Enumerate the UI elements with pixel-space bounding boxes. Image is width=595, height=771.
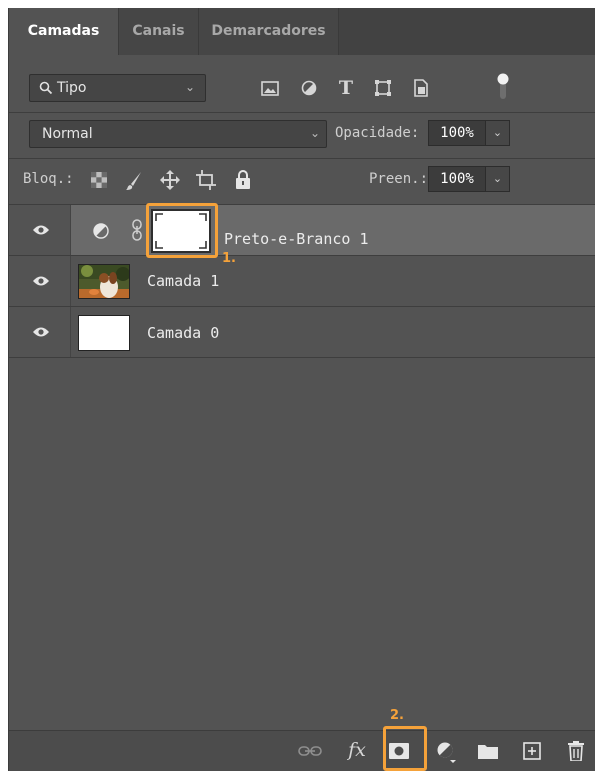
layer-row-camada-1[interactable]: Camada 1: [9, 256, 595, 306]
mask-link-icon[interactable]: [130, 218, 144, 242]
filter-kind-select[interactable]: Tipo ⌄: [29, 74, 206, 102]
new-layer-icon[interactable]: [521, 740, 543, 762]
blend-mode-select[interactable]: Normal ⌄: [29, 120, 327, 148]
adjustment-layer-icon: [92, 222, 110, 240]
adjustment-filter-icon[interactable]: [299, 78, 319, 98]
lock-all-icon[interactable]: [233, 168, 253, 190]
visibility-eye-icon[interactable]: [31, 273, 51, 289]
visibility-eye-icon[interactable]: [31, 222, 51, 238]
new-adjustment-icon[interactable]: [434, 740, 458, 764]
tab-demarcadores[interactable]: Demarcadores: [199, 8, 339, 55]
chevron-down-icon: ⌄: [184, 80, 195, 94]
type-filter-icon[interactable]: T: [335, 77, 357, 99]
callout-box-2: [383, 726, 427, 771]
layer-row-camada-0[interactable]: Camada 0: [9, 307, 595, 357]
new-group-icon[interactable]: [476, 741, 500, 761]
lock-label: Bloq.:: [23, 171, 74, 187]
delete-icon[interactable]: [565, 739, 587, 763]
white-layer-thumbnail[interactable]: [78, 315, 130, 351]
opacity-dropdown-button[interactable]: ⌄: [485, 120, 510, 146]
fx-label: fx: [348, 739, 366, 761]
layer-name[interactable]: Camada 0: [147, 324, 219, 342]
lock-artboard-icon[interactable]: [195, 169, 217, 191]
layer-row-preto-e-branco[interactable]: Preto-e-Branco 1: [9, 205, 595, 255]
tab-canais[interactable]: Canais: [119, 8, 199, 55]
photo-thumbnail[interactable]: [78, 264, 130, 299]
smart-object-filter-icon[interactable]: [411, 78, 431, 98]
filter-toggle-icon[interactable]: [495, 72, 511, 102]
bottom-toolbar: fx: [9, 730, 595, 771]
tab-bar: Camadas Canais Demarcadores: [9, 8, 595, 55]
shape-filter-icon[interactable]: [373, 78, 393, 98]
chevron-down-icon: ⌄: [309, 126, 320, 140]
fx-icon[interactable]: fx: [342, 737, 372, 763]
tab-camadas[interactable]: Camadas: [9, 8, 119, 55]
opacity-label: Opacidade:: [335, 125, 420, 141]
fill-label: Preen.:: [369, 171, 429, 187]
fill-input[interactable]: 100%: [428, 166, 486, 192]
search-icon: [38, 80, 54, 96]
layer-name[interactable]: Preto-e-Branco 1: [224, 230, 369, 248]
callout-number-2: 2.: [390, 708, 404, 723]
callout-box-1: [146, 203, 218, 258]
opacity-input[interactable]: 100%: [428, 120, 486, 146]
image-filter-icon[interactable]: [260, 78, 280, 98]
lock-pixels-icon[interactable]: [123, 170, 145, 192]
layers-panel: Camadas Canais Demarcadores Tipo ⌄ T Nor…: [8, 8, 595, 771]
filter-kind-label: Tipo: [57, 80, 87, 96]
layer-name[interactable]: Camada 1: [147, 272, 219, 290]
visibility-eye-icon[interactable]: [31, 324, 51, 340]
fill-dropdown-button[interactable]: ⌄: [485, 166, 510, 192]
lock-position-icon[interactable]: [159, 169, 181, 191]
blend-mode-value: Normal: [42, 126, 93, 142]
lock-transparent-icon[interactable]: [89, 170, 109, 190]
callout-number-1: 1.: [222, 251, 236, 266]
link-layers-icon[interactable]: [297, 742, 323, 760]
